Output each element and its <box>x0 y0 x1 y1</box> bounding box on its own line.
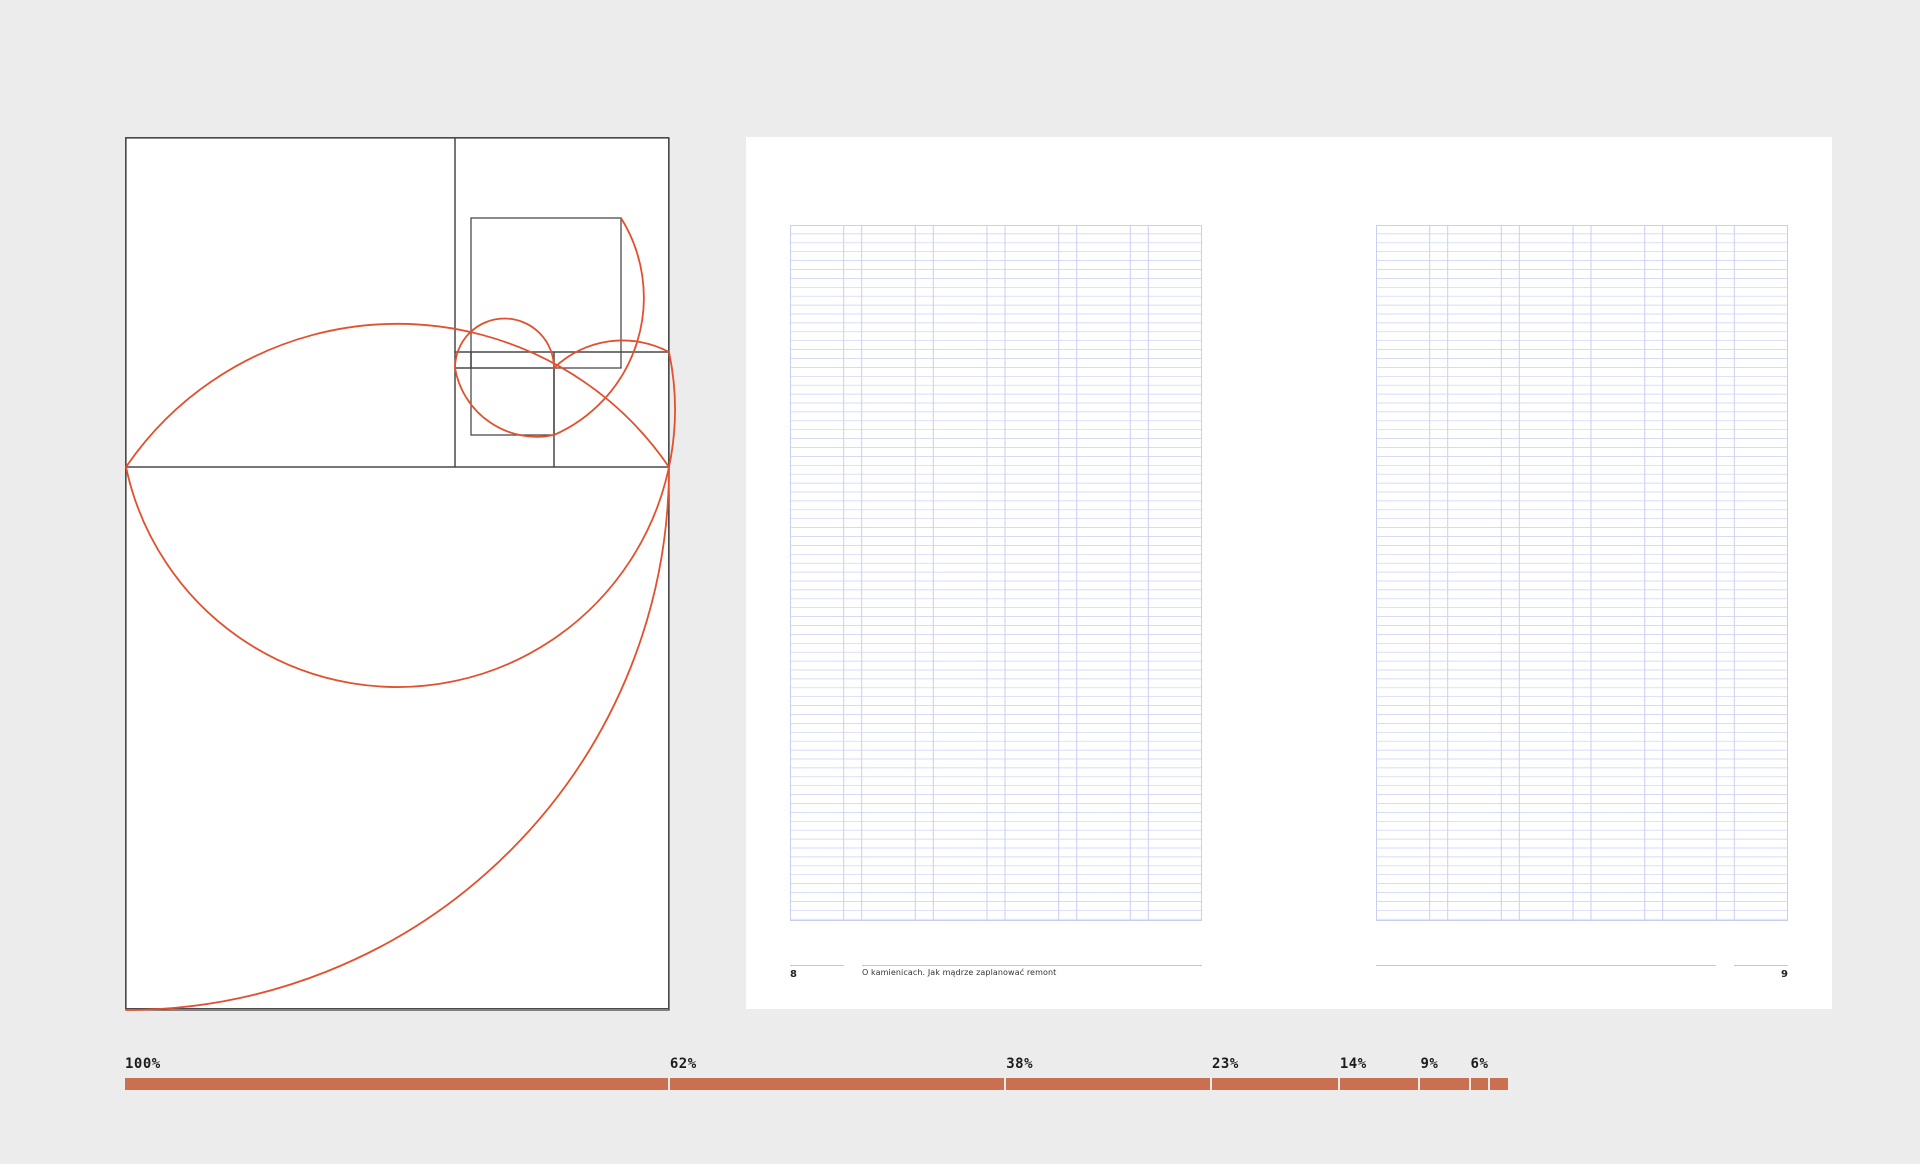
scale-segment <box>669 1078 1005 1090</box>
right-page-number: 9 <box>1781 969 1788 980</box>
golden-square <box>454 137 670 353</box>
golden-square <box>125 137 456 468</box>
left-folio-rule <box>790 965 844 966</box>
scale-segment <box>1420 1078 1469 1090</box>
baseline-grid <box>790 225 1202 921</box>
left-page-number: 8 <box>790 969 797 980</box>
book-spread: 8 O kamienicach. Jak mądrze zaplanować r… <box>746 137 1832 1009</box>
scale-label: 23% <box>1211 1056 1239 1072</box>
golden-square <box>125 466 670 1011</box>
golden-square <box>470 217 622 369</box>
golden-square <box>470 351 555 436</box>
golden-spiral <box>125 217 676 1011</box>
right-folio-rule <box>1734 965 1788 966</box>
scale-segment <box>1339 1078 1419 1090</box>
scale-segment <box>1211 1078 1338 1090</box>
right-running-head-rule <box>1376 965 1716 966</box>
scale-segment <box>1470 1078 1488 1090</box>
scale-segment <box>1006 1078 1210 1090</box>
scale-label: 14% <box>1339 1056 1367 1072</box>
scale-label: 6% <box>1470 1056 1489 1072</box>
scale-label: 38% <box>1006 1056 1034 1072</box>
golden-ratio-diagram <box>125 137 676 1011</box>
golden-square <box>553 351 670 468</box>
scale-segment <box>125 1078 668 1090</box>
golden-spiral-drawing <box>125 137 676 1011</box>
baseline-grid <box>1376 225 1788 921</box>
right-page-grid <box>1376 225 1788 921</box>
running-head: O kamienicach. Jak mądrze zaplanować rem… <box>862 968 1057 977</box>
left-running-head-rule <box>862 965 1202 966</box>
scale-label: 62% <box>669 1056 697 1072</box>
left-page-grid <box>790 225 1202 921</box>
scale-segment <box>1489 1078 1508 1090</box>
golden-square <box>454 367 555 468</box>
scale-label: 100% <box>125 1056 161 1072</box>
scale-label: 9% <box>1420 1056 1439 1072</box>
